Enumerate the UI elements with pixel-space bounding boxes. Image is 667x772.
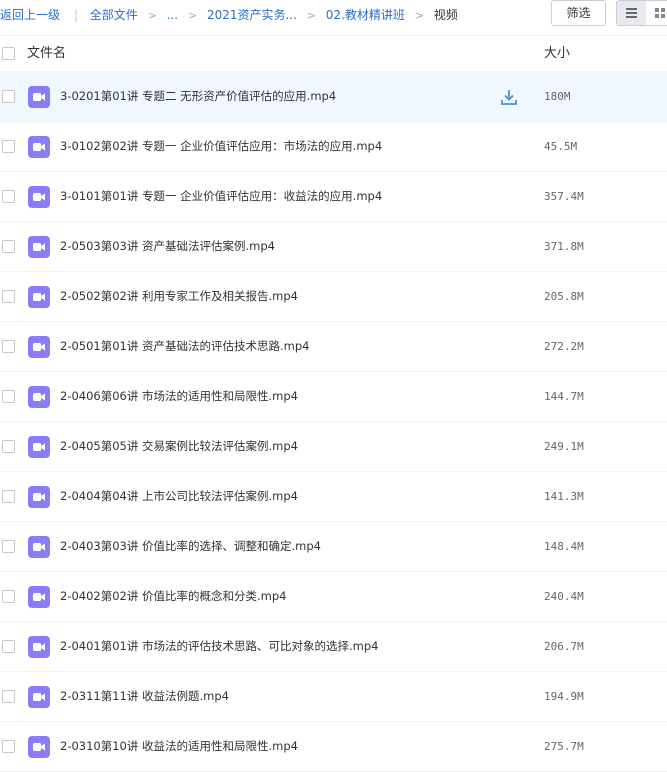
view-toggle xyxy=(616,0,667,26)
breadcrumb-folder-asset-practice[interactable]: 2021资产实务... xyxy=(207,8,297,22)
row-checkbox[interactable] xyxy=(2,390,15,403)
file-size: 240.4M xyxy=(544,590,584,603)
table-row[interactable]: 2-0310第10讲 收益法的适用性和局限性.mp4 275.7M xyxy=(0,722,667,772)
file-name[interactable]: 2-0501第01讲 资产基础法的评估技术思路.mp4 xyxy=(60,322,310,371)
video-file-icon xyxy=(28,86,50,108)
table-row[interactable]: 3-0101第01讲 专题一 企业价值评估应用：收益法的应用.mp4 357.4M xyxy=(0,172,667,222)
breadcrumb-folder-textbook-class[interactable]: 02.教材精讲班 xyxy=(326,8,405,22)
video-file-icon xyxy=(28,286,50,308)
chevron-right-icon: > xyxy=(306,9,316,22)
row-checkbox[interactable] xyxy=(2,90,15,103)
table-row[interactable]: 2-0503第03讲 资产基础法评估案例.mp4 371.8M xyxy=(0,222,667,272)
chevron-right-icon: > xyxy=(414,9,424,22)
table-row[interactable]: 2-0401第01讲 市场法的评估技术思路、可比对象的选择.mp4 206.7M xyxy=(0,622,667,672)
row-checkbox[interactable] xyxy=(2,540,15,553)
file-name[interactable]: 2-0403第03讲 价值比率的选择、调整和确定.mp4 xyxy=(60,522,321,571)
row-checkbox[interactable] xyxy=(2,290,15,303)
row-checkbox[interactable] xyxy=(2,590,15,603)
list-view-icon[interactable] xyxy=(617,1,646,25)
row-checkbox[interactable] xyxy=(2,640,15,653)
column-header-size[interactable]: 大小 xyxy=(544,36,570,72)
file-name[interactable]: 2-0310第10讲 收益法的适用性和局限性.mp4 xyxy=(60,722,298,771)
file-name[interactable]: 3-0102第02讲 专题一 企业价值评估应用：市场法的应用.mp4 xyxy=(60,122,382,171)
file-size: 275.7M xyxy=(544,740,584,753)
file-name[interactable]: 2-0311第11讲 收益法例题.mp4 xyxy=(60,672,229,721)
video-file-icon xyxy=(28,636,50,658)
row-checkbox[interactable] xyxy=(2,140,15,153)
table-row[interactable]: 3-0201第01讲 专题二 无形资产价值评估的应用.mp4 180M xyxy=(0,72,667,122)
file-size: 272.2M xyxy=(544,340,584,353)
breadcrumb-divider: | xyxy=(73,8,78,22)
breadcrumb-current: 视频 xyxy=(433,8,458,22)
row-checkbox[interactable] xyxy=(2,240,15,253)
row-checkbox[interactable] xyxy=(2,740,15,753)
breadcrumb-all-files[interactable]: 全部文件 xyxy=(90,8,138,22)
file-size: 180M xyxy=(544,90,571,103)
file-size: 45.5M xyxy=(544,140,578,153)
table-row[interactable]: 2-0405第05讲 交易案例比较法评估案例.mp4 249.1M xyxy=(0,422,667,472)
download-icon[interactable] xyxy=(500,88,518,106)
row-checkbox[interactable] xyxy=(2,440,15,453)
top-toolbar: 返回上一级 | 全部文件 > ... > 2021资产实务... > 02.教材… xyxy=(0,0,667,36)
table-header: 文件名 大小 xyxy=(0,36,667,72)
video-file-icon xyxy=(28,336,50,358)
table-row[interactable]: 2-0406第06讲 市场法的适用性和局限性.mp4 144.7M xyxy=(0,372,667,422)
select-all-checkbox[interactable] xyxy=(2,47,15,60)
video-file-icon xyxy=(28,736,50,758)
file-size: 249.1M xyxy=(544,440,584,453)
table-row[interactable]: 2-0502第02讲 利用专家工作及相关报告.mp4 205.8M xyxy=(0,272,667,322)
chevron-right-icon: > xyxy=(187,9,198,22)
column-header-name[interactable]: 文件名 xyxy=(27,36,66,72)
file-size: 148.4M xyxy=(544,540,584,553)
table-row[interactable]: 3-0102第02讲 专题一 企业价值评估应用：市场法的应用.mp4 45.5M xyxy=(0,122,667,172)
filter-button[interactable]: 筛选 xyxy=(551,0,606,26)
file-name[interactable]: 3-0201第01讲 专题二 无形资产价值评估的应用.mp4 xyxy=(60,72,336,121)
file-name[interactable]: 2-0503第03讲 资产基础法评估案例.mp4 xyxy=(60,222,275,271)
breadcrumb-ellipsis[interactable]: ... xyxy=(167,8,178,22)
file-size: 194.9M xyxy=(544,690,584,703)
video-file-icon xyxy=(28,186,50,208)
breadcrumb: 返回上一级 | 全部文件 > ... > 2021资产实务... > 02.教材… xyxy=(0,0,458,30)
table-row[interactable]: 2-0311第11讲 收益法例题.mp4 194.9M xyxy=(0,672,667,722)
table-row[interactable]: 2-0402第02讲 价值比率的概念和分类.mp4 240.4M xyxy=(0,572,667,622)
file-list: 3-0201第01讲 专题二 无形资产价值评估的应用.mp4 180M 3-0102… xyxy=(0,72,667,772)
file-name[interactable]: 2-0502第02讲 利用专家工作及相关报告.mp4 xyxy=(60,272,298,321)
video-file-icon xyxy=(28,136,50,158)
video-file-icon xyxy=(28,386,50,408)
table-row[interactable]: 2-0501第01讲 资产基础法的评估技术思路.mp4 272.2M xyxy=(0,322,667,372)
file-name[interactable]: 2-0405第05讲 交易案例比较法评估案例.mp4 xyxy=(60,422,298,471)
video-file-icon xyxy=(28,536,50,558)
video-file-icon xyxy=(28,686,50,708)
video-file-icon xyxy=(28,586,50,608)
video-file-icon xyxy=(28,236,50,258)
file-name[interactable]: 2-0402第02讲 价值比率的概念和分类.mp4 xyxy=(60,572,287,621)
file-name[interactable]: 3-0101第01讲 专题一 企业价值评估应用：收益法的应用.mp4 xyxy=(60,172,382,221)
table-row[interactable]: 2-0404第04讲 上市公司比较法评估案例.mp4 141.3M xyxy=(0,472,667,522)
file-name[interactable]: 2-0406第06讲 市场法的适用性和局限性.mp4 xyxy=(60,372,298,421)
file-size: 144.7M xyxy=(544,390,584,403)
row-checkbox[interactable] xyxy=(2,690,15,703)
file-size: 205.8M xyxy=(544,290,584,303)
grid-view-icon[interactable] xyxy=(647,1,667,25)
chevron-right-icon: > xyxy=(147,9,157,22)
file-name[interactable]: 2-0404第04讲 上市公司比较法评估案例.mp4 xyxy=(60,472,298,521)
file-size: 357.4M xyxy=(544,190,584,203)
video-file-icon xyxy=(28,436,50,458)
row-checkbox[interactable] xyxy=(2,190,15,203)
row-checkbox[interactable] xyxy=(2,490,15,503)
table-row[interactable]: 2-0403第03讲 价值比率的选择、调整和确定.mp4 148.4M xyxy=(0,522,667,572)
back-link[interactable]: 返回上一级 xyxy=(0,8,60,22)
file-size: 141.3M xyxy=(544,490,584,503)
video-file-icon xyxy=(28,486,50,508)
file-name[interactable]: 2-0401第01讲 市场法的评估技术思路、可比对象的选择.mp4 xyxy=(60,622,379,671)
file-size: 371.8M xyxy=(544,240,584,253)
file-size: 206.7M xyxy=(544,640,584,653)
row-checkbox[interactable] xyxy=(2,340,15,353)
